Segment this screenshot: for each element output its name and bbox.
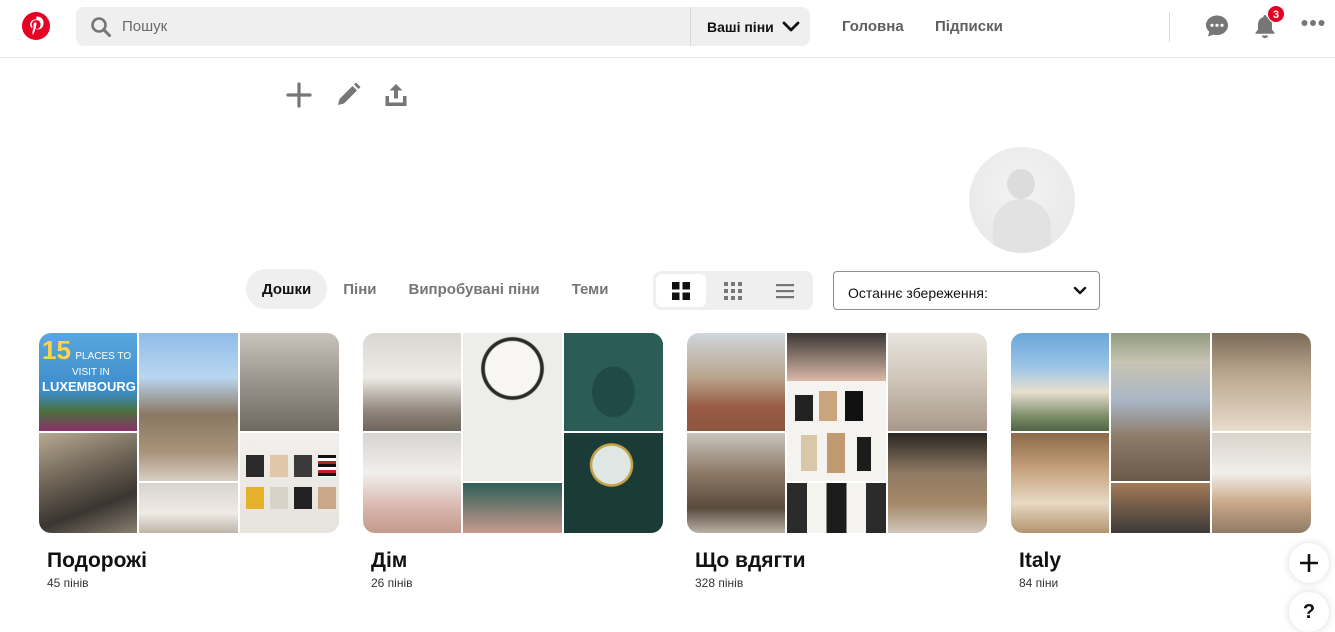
board-title: Italy xyxy=(1019,549,1062,572)
cover-image xyxy=(1111,333,1210,481)
search-scope-label: Ваші піни xyxy=(707,18,774,35)
plus-icon xyxy=(1300,554,1318,572)
board-cover xyxy=(363,333,663,533)
board-card[interactable]: 15 PLACES TO VISIT IN LUXEMBOURG Подорож… xyxy=(39,333,339,590)
cover-image xyxy=(463,483,562,533)
cover-line: LUXEMBOURG xyxy=(42,379,136,394)
board-title: Дім xyxy=(371,549,408,572)
profile-avatar[interactable] xyxy=(969,147,1075,253)
search-input[interactable] xyxy=(122,7,722,46)
cover-image xyxy=(564,333,663,431)
chevron-down-icon xyxy=(782,21,800,31)
top-header: Ваші піни Головна Підписки 3 xyxy=(0,0,1335,58)
board-card[interactable]: Дім 26 пінів xyxy=(363,333,663,590)
nav-following-link[interactable]: Підписки xyxy=(935,18,1003,35)
avatar-head xyxy=(1007,169,1035,199)
cover-image xyxy=(564,433,663,533)
sort-select[interactable]: Останнє збереження: xyxy=(833,271,1100,310)
cover-image xyxy=(1011,433,1109,533)
more-options-icon[interactable] xyxy=(1301,19,1325,27)
cover-image xyxy=(787,483,886,533)
share-icon[interactable] xyxy=(383,82,409,108)
search-scope-dropdown[interactable]: Ваші піни xyxy=(707,7,800,46)
create-pin-button[interactable] xyxy=(1289,543,1329,583)
header-divider xyxy=(1169,12,1170,42)
messages-icon[interactable] xyxy=(1205,14,1229,38)
board-pin-count: 45 пінів xyxy=(47,576,89,590)
board-cover xyxy=(687,333,987,533)
board-cover: 15 PLACES TO VISIT IN LUXEMBOURG xyxy=(39,333,339,533)
cover-image xyxy=(39,433,137,533)
cover-image xyxy=(687,333,785,431)
cover-image xyxy=(139,333,238,481)
tab-tried-pins[interactable]: Випробувані піни xyxy=(393,269,556,309)
board-title: Подорожі xyxy=(47,549,147,572)
cover-image xyxy=(888,333,987,431)
pencil-icon[interactable] xyxy=(335,82,361,108)
board-title: Що вдягти xyxy=(695,549,806,572)
tab-boards[interactable]: Дошки xyxy=(246,269,328,309)
notification-badge: 3 xyxy=(1267,5,1285,23)
help-button[interactable]: ? xyxy=(1289,592,1329,632)
search-divider xyxy=(690,7,691,46)
tab-topics[interactable]: Теми xyxy=(556,269,625,309)
board-pin-count: 328 пінів xyxy=(695,576,744,590)
view-mode-toggle xyxy=(653,271,813,310)
cover-image xyxy=(139,483,238,533)
avatar-body xyxy=(993,199,1051,253)
cover-image xyxy=(1212,433,1311,533)
cover-number: 15 xyxy=(42,335,71,365)
cover-image xyxy=(363,433,461,533)
board-pin-count: 84 піни xyxy=(1019,576,1059,590)
cover-line: PLACES TO xyxy=(75,351,132,362)
search-icon xyxy=(91,17,111,37)
board-pin-count: 26 пінів xyxy=(371,576,413,590)
sort-selected-label: Останнє збереження: xyxy=(848,285,988,301)
plus-icon[interactable] xyxy=(286,82,312,108)
cover-image xyxy=(687,433,785,533)
small-grid-icon xyxy=(724,281,742,300)
cover-image xyxy=(1212,333,1311,431)
search-bar: Ваші піни xyxy=(76,7,810,46)
cover-image xyxy=(1011,333,1109,431)
cover-image xyxy=(787,333,886,481)
profile-tabs: Дошки Піни Випробувані піни Теми xyxy=(246,269,625,309)
board-cover xyxy=(1011,333,1311,533)
cover-image: 15 PLACES TO VISIT IN LUXEMBOURG xyxy=(39,333,137,431)
cover-image xyxy=(888,433,987,533)
view-large-grid-button[interactable] xyxy=(656,274,706,307)
board-card[interactable]: Italy 84 піни xyxy=(1011,333,1311,590)
cover-line: VISIT IN xyxy=(72,367,110,378)
cover-image xyxy=(240,433,339,533)
cover-image xyxy=(1111,483,1210,533)
board-card[interactable]: Що вдягти 328 пінів xyxy=(687,333,987,590)
view-list-button[interactable] xyxy=(760,274,810,307)
view-small-grid-button[interactable] xyxy=(708,274,758,307)
cover-image xyxy=(363,333,461,431)
large-grid-icon xyxy=(672,281,690,300)
tab-pins[interactable]: Піни xyxy=(327,269,392,309)
chevron-down-icon xyxy=(1073,286,1087,295)
cover-image xyxy=(240,333,339,431)
nav-home-link[interactable]: Головна xyxy=(842,18,904,35)
cover-image xyxy=(463,333,562,481)
pinterest-logo-icon[interactable] xyxy=(22,12,50,40)
list-icon xyxy=(776,283,794,298)
